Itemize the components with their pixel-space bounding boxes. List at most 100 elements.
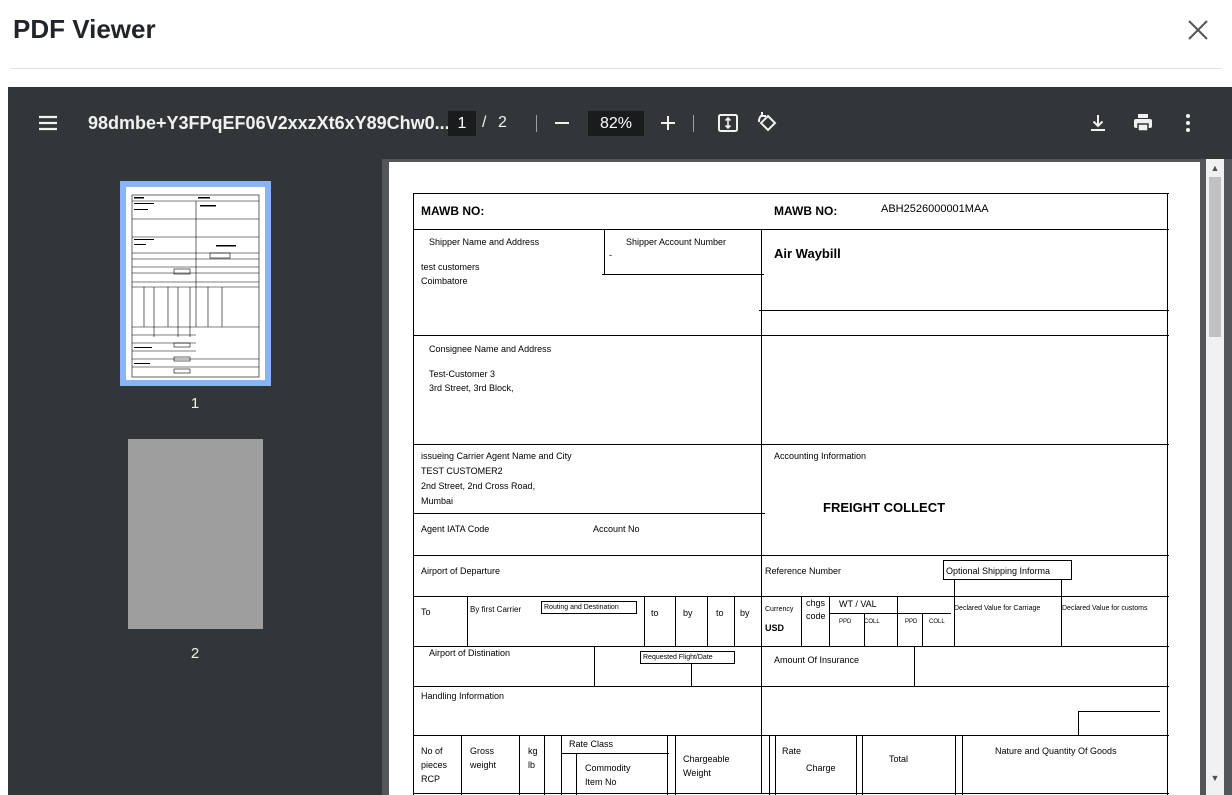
currency-label: Currency [765,606,794,613]
thumbnail-page-1[interactable] [120,181,271,386]
requested-flight-label: Requested Flight/Date [643,654,713,661]
toolbar-divider [693,115,694,132]
menu-icon[interactable] [36,111,60,135]
form-line [467,596,468,646]
page-total: 2 [498,114,507,131]
shipper-account-label: Shipper Account Number [626,237,727,247]
form-line [561,735,562,795]
scroll-down-icon[interactable]: ▼ [1206,771,1224,785]
coll-label: COLL [864,619,880,625]
mawb-label-left: MAWB NO: [421,204,485,218]
item-no-label: Item No [585,777,617,787]
consignee-label: Consignee Name and Address [429,344,552,354]
form-line [413,646,1169,647]
scrollbar-thumb[interactable] [1209,177,1221,337]
declared-carriage-label: Declared Value for Carriage [954,605,1041,612]
form-line [1061,580,1062,646]
form-line [667,735,668,795]
scroll-up-icon[interactable]: ▲ [1206,161,1224,175]
form-line [962,735,963,795]
lb-label: lb [528,760,536,770]
zoom-level-input[interactable]: 82% [588,111,644,136]
thumbnail-label: 2 [190,645,200,662]
zoom-in-icon[interactable] [656,111,680,135]
form-line [413,596,1169,597]
ppd-label: PPD [905,619,918,625]
form-line [862,735,863,795]
form-line [561,753,669,754]
kg-label: kg [528,746,538,756]
account-no-label: Account No [593,524,640,534]
form-line [413,686,1169,687]
vertical-scrollbar[interactable]: ▲ ▼ [1206,159,1224,795]
file-name: 98dmbe+Y3FPqEF06V2xxzXt6xY89Chw0... [88,113,450,133]
zoom-out-icon[interactable] [550,111,574,135]
no-of-label: No of [421,746,443,756]
air-waybill-title: Air Waybill [774,246,841,261]
thumbnail-page-2[interactable] [128,439,263,629]
rate-class-label: Rate Class [569,739,614,749]
download-icon[interactable] [1086,111,1110,135]
form-line [413,555,1169,556]
handling-label: Handling Information [421,691,505,701]
thumbnail-preview [126,187,265,380]
form-line [675,735,676,795]
close-icon[interactable] [1185,17,1211,43]
airport-destination-label: Airport of Distination [429,648,511,658]
form-line [864,613,865,646]
rotate-icon[interactable] [756,111,780,135]
form-line [594,646,595,687]
by-first-carrier-label: By first Carrier [470,605,522,614]
to-label: to [716,608,724,618]
form-line [602,274,764,275]
form-line [576,753,577,795]
more-icon[interactable] [1176,111,1200,135]
form-line [644,596,645,646]
form-line [1167,193,1168,795]
form-line [761,229,762,793]
form-line [413,793,1169,794]
weight-label: weight [470,760,497,770]
shipper-account-value: - [609,250,612,260]
rcp-label: RCP [421,774,441,784]
form-line [769,735,770,795]
form-line [413,193,1169,194]
chargeable-weight-label: Weight [683,768,711,778]
form-line [413,513,765,514]
consignee-line: 3rd Street, 3rd Block, [429,383,514,393]
carrier-line: 2nd Street, 2nd Cross Road, [421,481,536,491]
form-line [1078,711,1079,736]
form-line [519,735,520,795]
gross-label: Gross [470,746,495,756]
fit-page-icon[interactable] [716,111,740,135]
form-line [856,735,857,795]
form-line [413,229,1169,230]
consignee-line: Test-Customer 3 [429,369,496,379]
toolbar-divider [536,115,537,132]
chgs-label: chgs [806,598,826,608]
pieces-label: pieces [421,760,448,770]
modal-divider [11,68,1221,69]
carrier-line: Mumbai [421,496,454,506]
shipper-line: test customers [421,262,480,272]
freight-collect: FREIGHT COLLECT [823,500,946,515]
thumbnail-sidebar: 1 2 [8,159,382,795]
form-line [544,735,545,795]
page-number-input[interactable]: 1 [448,111,476,136]
by-label: by [683,608,693,618]
mawb-number: ABH2526000001MAA [881,203,989,215]
form-line [829,613,951,614]
thumbnail-label: 1 [190,395,200,412]
form-line [829,596,830,646]
print-icon[interactable] [1131,111,1155,135]
to-label: to [651,608,659,618]
accounting-label: Accounting Information [774,451,867,461]
nature-label: Nature and Quantity Of Goods [995,746,1117,756]
form-line [955,735,956,795]
total-label: Total [889,754,909,764]
carrier-line: TEST CUSTOMER2 [421,466,503,476]
form-line [461,735,462,795]
declared-customs-label: Declared Value for customs [1062,605,1148,612]
pdf-toolbar: 98dmbe+Y3FPqEF06V2xxzXt6xY89Chw0... 1 / … [8,87,1232,159]
reference-label: Reference Number [765,566,842,576]
